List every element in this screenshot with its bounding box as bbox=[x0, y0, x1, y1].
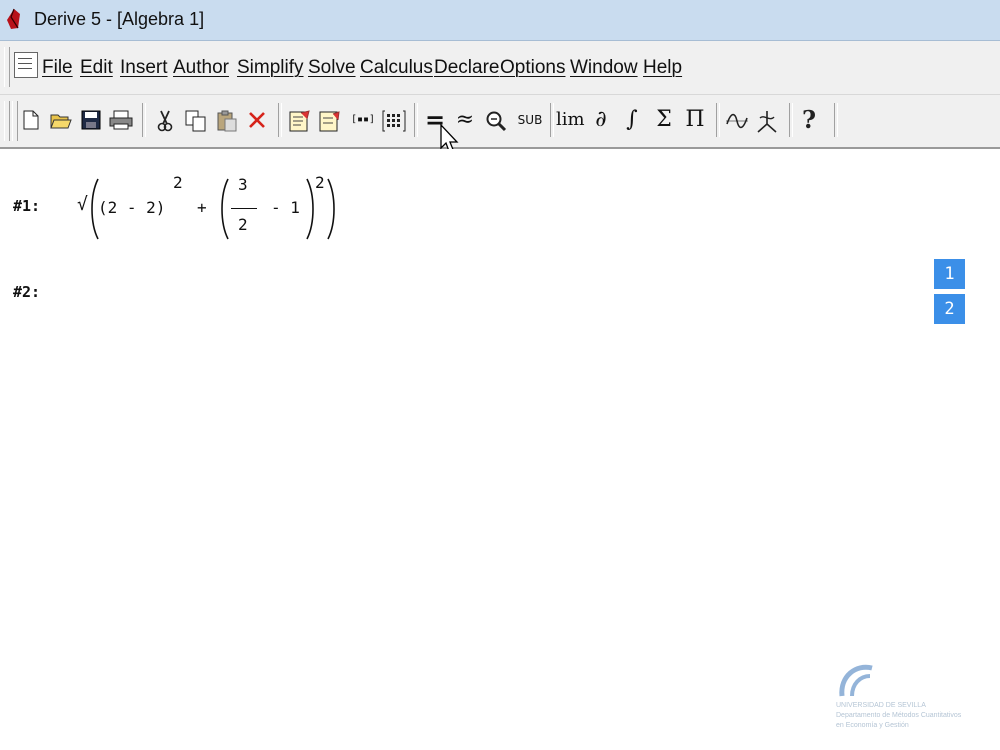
menu-simplify[interactable]: Simplify bbox=[237, 57, 304, 79]
window-title: Derive 5 - [Algebra 1] bbox=[34, 9, 205, 29]
toolbar-separator bbox=[789, 103, 793, 137]
watermark-line-1: UNIVERSIDAD DE SEVILLA bbox=[836, 702, 926, 709]
print-icon[interactable] bbox=[108, 105, 134, 135]
menu-author[interactable]: Author bbox=[173, 57, 229, 79]
menu-options[interactable]: Options bbox=[500, 57, 565, 79]
sqrt-symbol: √ bbox=[77, 194, 88, 215]
derive-app-icon[interactable] bbox=[4, 8, 24, 30]
menu-insert[interactable]: Insert bbox=[120, 57, 168, 79]
toolbar-separator bbox=[834, 103, 838, 137]
toolbar-separator bbox=[716, 103, 720, 137]
document-icon[interactable] bbox=[14, 52, 38, 78]
limit-icon[interactable]: lim bbox=[556, 105, 585, 135]
sqrt-right-paren bbox=[327, 178, 335, 240]
expression-1[interactable]: √ (2 - 2) 2 + 3 2 - 1 2 bbox=[76, 171, 346, 241]
expression-editor-icon[interactable] bbox=[317, 105, 343, 135]
side-panel-2[interactable]: 2 bbox=[934, 294, 965, 324]
help-icon[interactable]: ? bbox=[796, 105, 822, 135]
inner-left-paren bbox=[221, 178, 229, 240]
save-icon[interactable] bbox=[78, 105, 104, 135]
paste-icon[interactable] bbox=[214, 105, 240, 135]
menu-window[interactable]: Window bbox=[570, 57, 638, 79]
delete-icon[interactable] bbox=[244, 105, 270, 135]
sum-icon[interactable]: Σ bbox=[651, 105, 677, 135]
expression-label-1[interactable]: #1: bbox=[13, 197, 40, 215]
toolbar-separator bbox=[278, 103, 282, 137]
exponent-2: 2 bbox=[315, 173, 325, 192]
university-watermark: UNIVERSIDAD DE SEVILLA Departamento de M… bbox=[836, 662, 986, 742]
fraction-bar bbox=[231, 208, 257, 209]
text-object-icon[interactable] bbox=[287, 105, 313, 135]
title-bar: Derive 5 - [Algebra 1] bbox=[0, 0, 1000, 41]
insert-vector-icon[interactable]: [▪▪] bbox=[348, 105, 378, 135]
menubar-grip[interactable] bbox=[4, 47, 10, 87]
expression-label-2[interactable]: #2: bbox=[13, 283, 40, 301]
product-icon[interactable]: Π bbox=[682, 105, 708, 135]
menu-solve[interactable]: Solve bbox=[308, 57, 356, 79]
3d-plot-icon[interactable] bbox=[754, 105, 780, 135]
university-logo-icon bbox=[839, 664, 873, 697]
derivative-icon[interactable]: ∂ bbox=[588, 105, 614, 135]
cut-icon[interactable] bbox=[152, 105, 178, 135]
toolbar: [▪▪] = ≈ SUB lim ∂ ∫ Σ Π ? bbox=[0, 95, 1000, 149]
insert-matrix-icon[interactable] bbox=[381, 105, 407, 135]
toolbar-grip[interactable] bbox=[4, 101, 10, 141]
fraction-numerator: 3 bbox=[238, 175, 248, 194]
2d-plot-icon[interactable] bbox=[724, 105, 750, 135]
side-panel-1[interactable]: 1 bbox=[934, 259, 965, 289]
minus-one: - 1 bbox=[271, 198, 300, 217]
exponent-1: 2 bbox=[173, 173, 183, 192]
menu-help[interactable]: Help bbox=[643, 57, 682, 79]
algebra-workspace[interactable]: #1: √ (2 - 2) 2 + 3 2 - 1 2 #2: 1 2 UNIV… bbox=[0, 149, 1000, 750]
fraction-denominator: 2 bbox=[238, 215, 248, 234]
open-folder-icon[interactable] bbox=[48, 105, 74, 135]
toolbar-separator bbox=[142, 103, 146, 137]
toolbar-separator bbox=[550, 103, 554, 137]
watermark-line-3: en Economía y Gestión bbox=[836, 722, 909, 729]
watermark-line-2: Departamento de Métodos Cuantitativos bbox=[836, 712, 962, 719]
menu-file[interactable]: File bbox=[42, 57, 73, 79]
menu-edit[interactable]: Edit bbox=[80, 57, 113, 79]
menu-bar: File Edit Insert Author Simplify Solve C… bbox=[0, 41, 1000, 95]
menu-calculus[interactable]: Calculus bbox=[360, 57, 433, 79]
toolbar-separator bbox=[414, 103, 418, 137]
plus-sign: + bbox=[197, 198, 207, 217]
copy-icon[interactable] bbox=[183, 105, 209, 135]
substitute-icon[interactable]: SUB bbox=[515, 105, 545, 135]
zoom-icon[interactable] bbox=[483, 105, 509, 135]
integral-icon[interactable]: ∫ bbox=[619, 105, 645, 135]
term-2-minus-2: (2 - 2) bbox=[98, 198, 166, 217]
menu-declare[interactable]: Declare bbox=[434, 57, 499, 79]
new-file-icon[interactable] bbox=[18, 105, 44, 135]
